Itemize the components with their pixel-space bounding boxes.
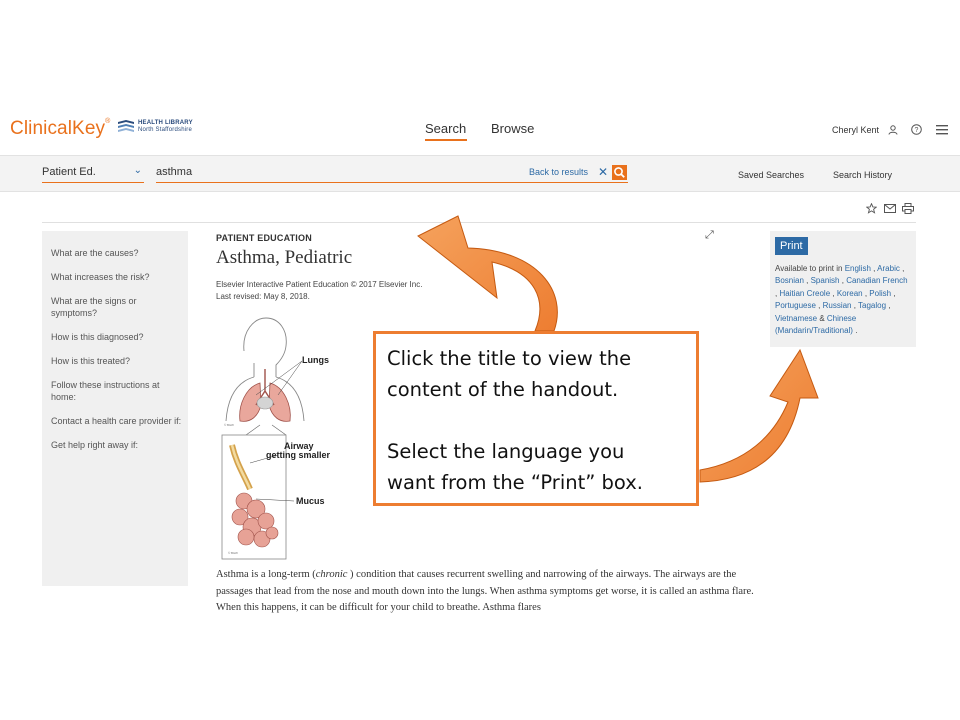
language-link[interactable]: Tagalog xyxy=(858,301,886,310)
brand-name: ClinicalKey xyxy=(10,118,106,139)
print-button[interactable]: Print xyxy=(775,237,808,255)
search-icon xyxy=(614,167,625,178)
language-separator: , xyxy=(803,276,811,286)
chevron-down-icon: ⌄ xyxy=(133,165,142,176)
expand-icon[interactable]: ⤢ xyxy=(705,229,714,242)
language-separator: . xyxy=(852,326,858,336)
revised-date: Last revised: May 8, 2018. xyxy=(216,292,310,301)
lungs-label: Lungs xyxy=(302,355,329,365)
toc-item-symptoms[interactable]: What are the signs or symptoms? xyxy=(51,295,182,319)
saved-searches-link[interactable]: Saved Searches xyxy=(738,170,804,180)
table-of-contents: What are the causes? What increases the … xyxy=(42,231,188,586)
toc-item-risk[interactable]: What increases the risk? xyxy=(51,271,182,283)
clinicalkey-logo[interactable]: ClinicalKey® xyxy=(10,118,110,140)
language-separator: , xyxy=(886,301,891,311)
dropdown-value: Patient Ed. xyxy=(42,166,96,178)
menu-icon[interactable] xyxy=(936,124,948,135)
instruction-callout: Click the title to view the content of t… xyxy=(373,331,699,506)
body-text-start: Asthma is a long-term ( xyxy=(216,569,316,580)
callout-line-2: content of the handout. xyxy=(387,378,619,401)
search-bar: Patient Ed. ⌄ asthma Back to results ✕ S… xyxy=(0,155,960,192)
article-body: Asthma is a long-term (chronic ) conditi… xyxy=(216,567,761,617)
search-button[interactable] xyxy=(612,165,627,180)
language-link[interactable]: Spanish xyxy=(811,276,840,285)
arrow-to-print-box xyxy=(699,348,819,483)
print-icon[interactable] xyxy=(902,203,914,214)
language-link[interactable]: Bosnian xyxy=(775,276,804,285)
brand-registered-mark: ® xyxy=(105,118,111,125)
language-link[interactable]: Vietnamese xyxy=(775,314,817,323)
toc-item-contact-provider[interactable]: Contact a health care provider if: xyxy=(51,415,182,427)
nav-search-tab[interactable]: Search xyxy=(425,121,466,136)
print-box: Print Available to print in English , Ar… xyxy=(770,231,916,347)
language-separator: , xyxy=(899,264,905,273)
toc-item-home-instructions[interactable]: Follow these instructions at home: xyxy=(51,379,182,403)
language-link[interactable]: English xyxy=(845,264,871,273)
mucus-label: Mucus xyxy=(296,496,325,506)
svg-text:© B&W: © B&W xyxy=(224,423,234,427)
language-link[interactable]: Haitian Creole xyxy=(779,289,830,298)
language-link[interactable]: Russian xyxy=(823,301,852,310)
email-icon[interactable] xyxy=(884,204,896,213)
health-library-logo: HEALTH LIBRARY North Staffordshire xyxy=(118,120,193,134)
toc-item-causes[interactable]: What are the causes? xyxy=(51,247,182,259)
search-query: asthma xyxy=(156,166,193,178)
article-title[interactable]: Asthma, Pediatric xyxy=(216,247,352,269)
active-tab-indicator xyxy=(425,139,467,141)
library-name: HEALTH LIBRARY xyxy=(138,120,193,126)
svg-text:?: ? xyxy=(915,127,919,134)
clear-search-icon[interactable]: ✕ xyxy=(598,165,608,179)
content-divider xyxy=(42,222,916,223)
language-list: Available to print in English , Arabic ,… xyxy=(775,263,911,337)
language-separator: , xyxy=(830,288,837,298)
user-name[interactable]: Cheryl Kent xyxy=(832,125,879,135)
callout-line-3: Select the language you xyxy=(387,440,625,463)
article-meta: Elsevier Interactive Patient Education ©… xyxy=(216,279,422,303)
nav-browse-tab[interactable]: Browse xyxy=(491,121,534,136)
language-link[interactable]: Canadian French xyxy=(846,276,907,285)
back-to-results-link[interactable]: Back to results xyxy=(529,167,588,177)
svg-text:© B&W: © B&W xyxy=(228,551,238,555)
asthma-illustration: Lungs © B&W © B&W Airway getting smaller… xyxy=(221,317,331,560)
toc-item-diagnosed[interactable]: How is this diagnosed? xyxy=(51,331,182,343)
language-link[interactable]: Portuguese xyxy=(775,301,816,310)
user-icon[interactable] xyxy=(888,125,898,135)
content-type-dropdown[interactable]: Patient Ed. ⌄ xyxy=(42,165,144,183)
search-history-link[interactable]: Search History xyxy=(833,170,892,180)
language-link[interactable]: Korean xyxy=(837,289,863,298)
language-separator: , xyxy=(815,301,823,311)
body-text-italic: chronic xyxy=(315,569,348,580)
content-type-label: PATIENT EDUCATION xyxy=(216,233,312,243)
language-separator: & xyxy=(817,313,827,323)
arrow-to-title xyxy=(417,215,558,332)
star-icon[interactable] xyxy=(866,203,877,214)
callout-line-1: Click the title to view the xyxy=(387,347,632,370)
help-icon[interactable]: ? xyxy=(911,124,922,135)
airway-subtitle-label: getting smaller xyxy=(266,450,331,460)
language-separator: , xyxy=(891,288,896,298)
callout-line-4: want from the “Print” box. xyxy=(387,471,643,494)
copyright-line: Elsevier Interactive Patient Education ©… xyxy=(216,280,423,289)
language-link[interactable]: Polish xyxy=(869,289,891,298)
available-prefix: Available to print in xyxy=(775,264,843,273)
health-library-icon xyxy=(118,120,134,132)
language-link[interactable]: Arabic xyxy=(877,264,900,273)
library-location: North Staffordshire xyxy=(138,127,193,133)
toc-item-get-help[interactable]: Get help right away if: xyxy=(51,439,182,451)
toc-item-treated[interactable]: How is this treated? xyxy=(51,355,182,367)
